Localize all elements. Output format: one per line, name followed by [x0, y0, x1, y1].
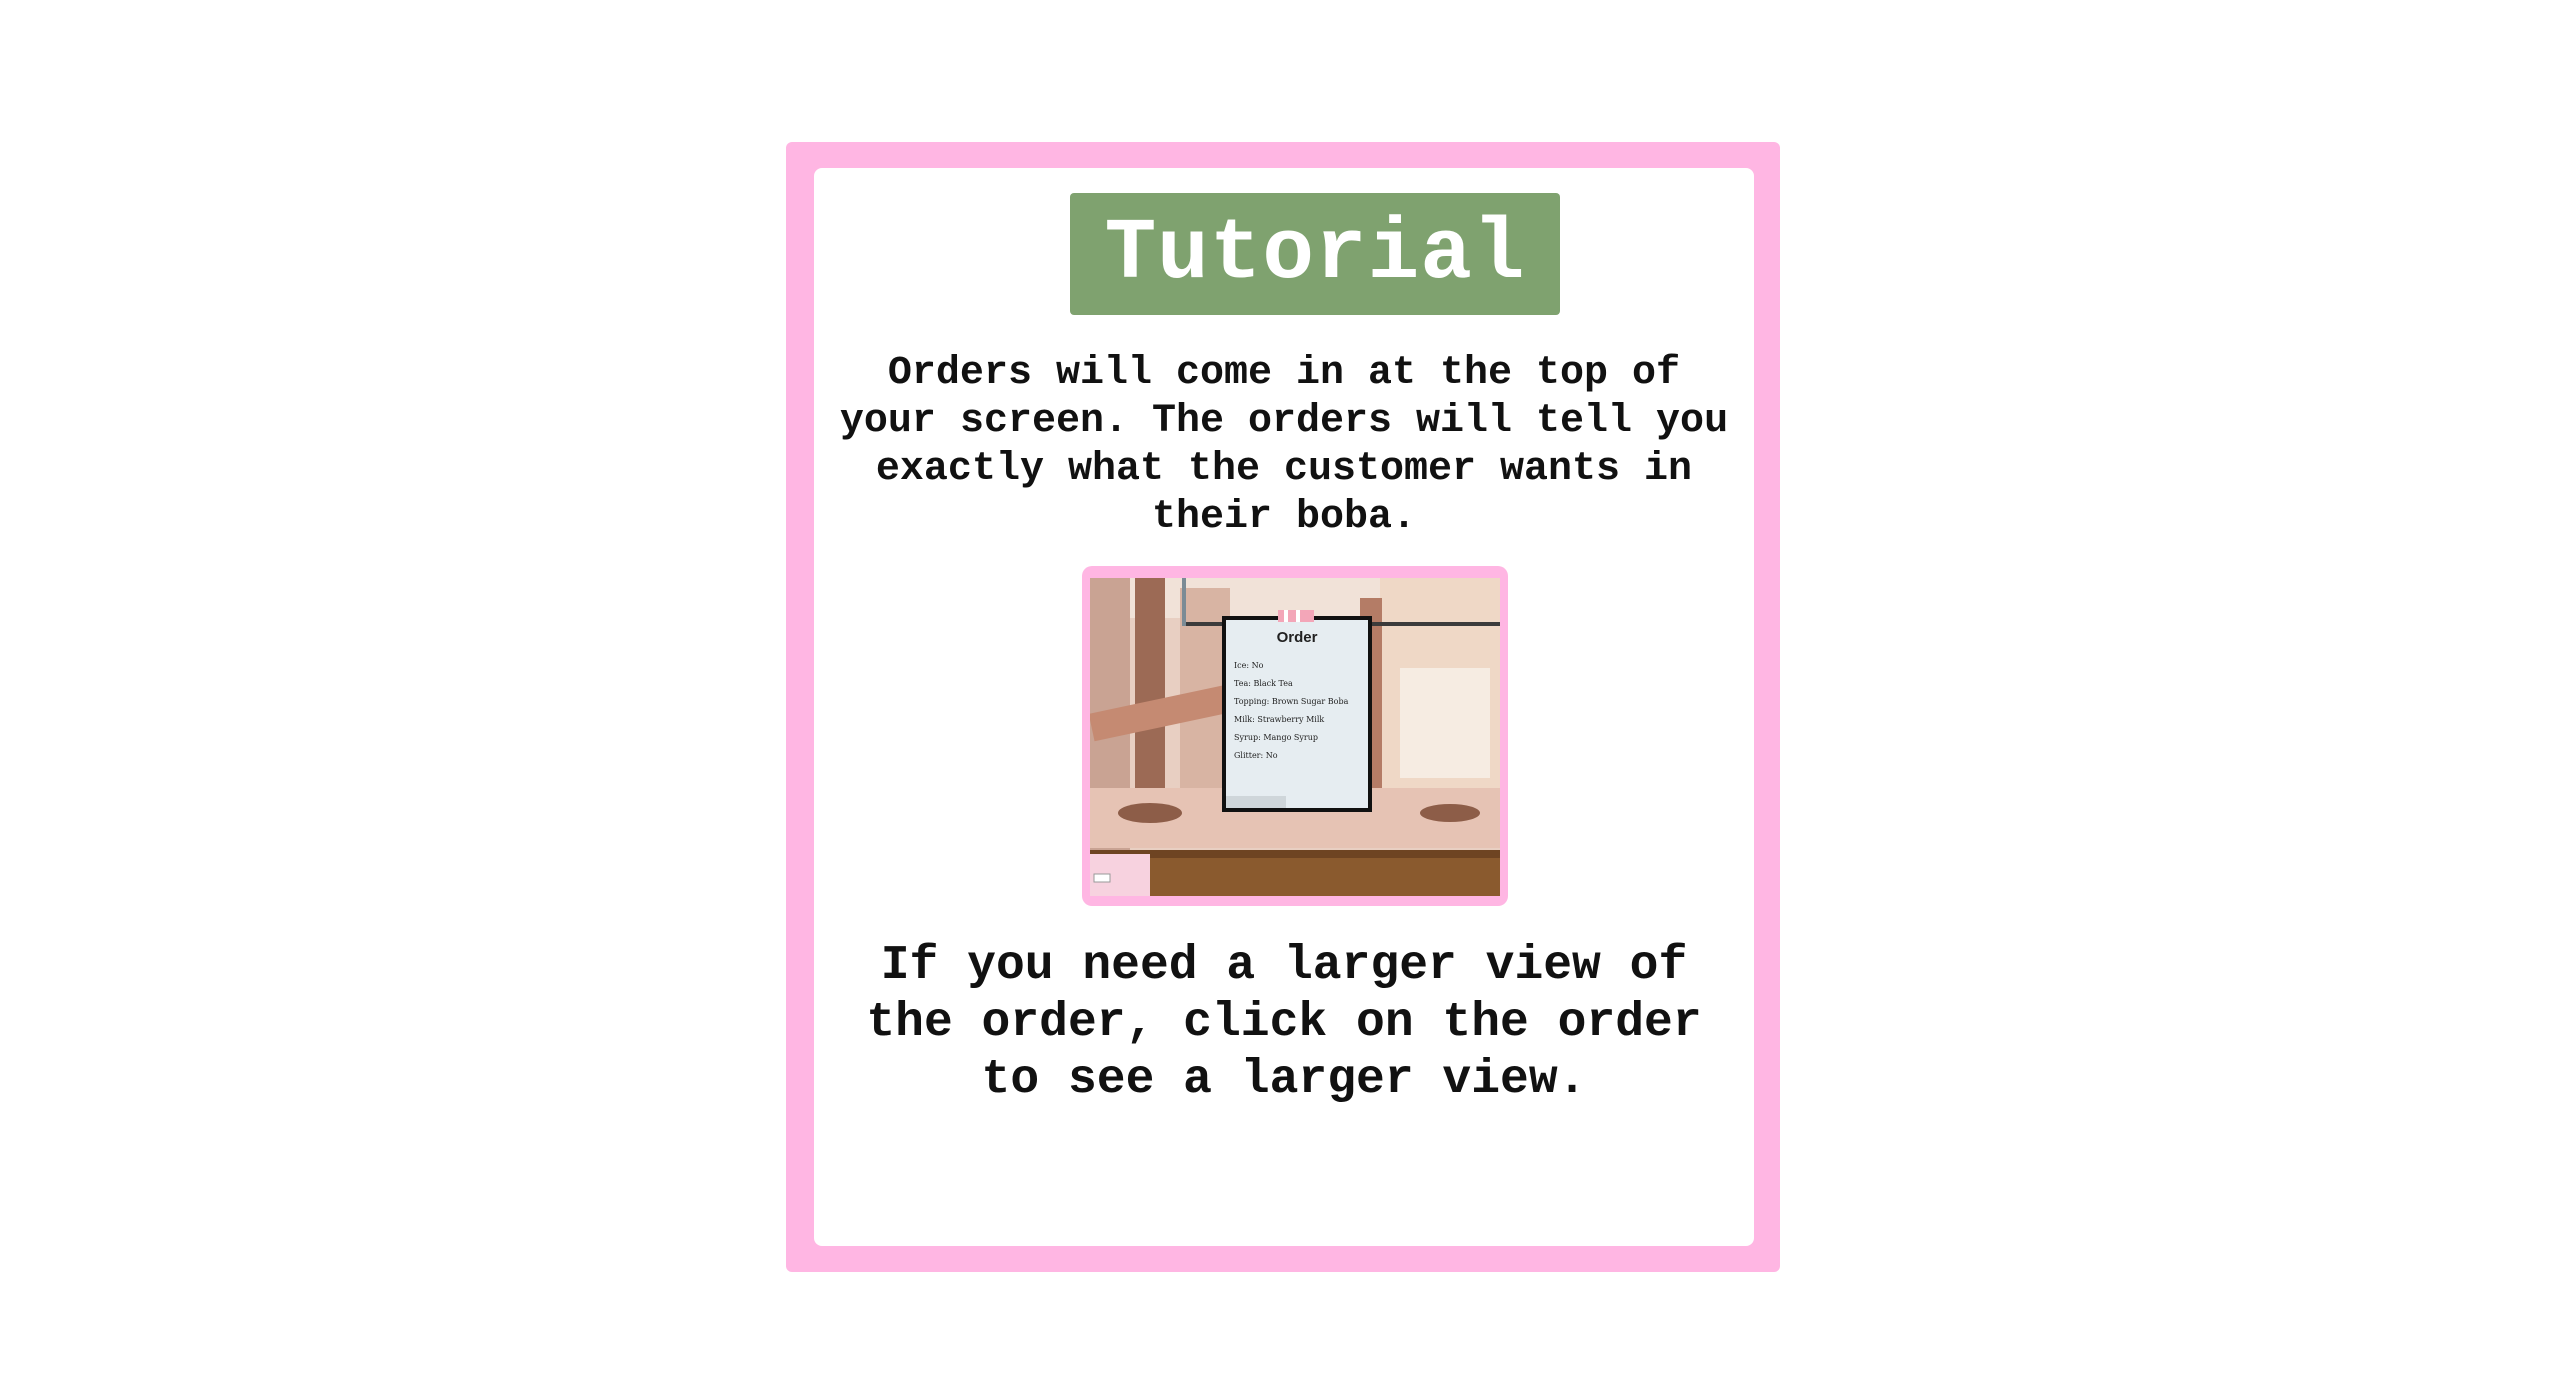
larger-view-note: If you need a larger view of the order, … [866, 939, 1702, 1107]
tutorial-title: Tutorial [1104, 205, 1526, 303]
order-preview-image[interactable]: Order Ice: No Tea: Black Tea Topping: Br… [1082, 566, 1508, 906]
order-line-milk: Milk: Strawberry Milk [1234, 715, 1324, 724]
tutorial-panel: Tutorial Orders will come in at the top … [786, 142, 1780, 1272]
order-scene-illustration[interactable]: Order Ice: No Tea: Black Tea Topping: Br… [1090, 578, 1500, 896]
order-ticket: Order Ice: No Tea: Black Tea Topping: Br… [1222, 610, 1372, 812]
title-badge: Tutorial [1070, 193, 1560, 315]
tutorial-panel-body: Tutorial Orders will come in at the top … [814, 168, 1754, 1246]
order-line-ice: Ice: No [1234, 661, 1264, 670]
order-ticket-heading: Order [1277, 629, 1318, 646]
order-line-tea: Tea: Black Tea [1234, 679, 1293, 688]
order-line-topping: Topping: Brown Sugar Boba [1234, 697, 1349, 706]
intro-text: Orders will come in at the top of your s… [839, 351, 1729, 540]
order-line-glitter: Glitter: No [1234, 751, 1278, 760]
order-line-syrup: Syrup: Mango Syrup [1234, 733, 1318, 742]
